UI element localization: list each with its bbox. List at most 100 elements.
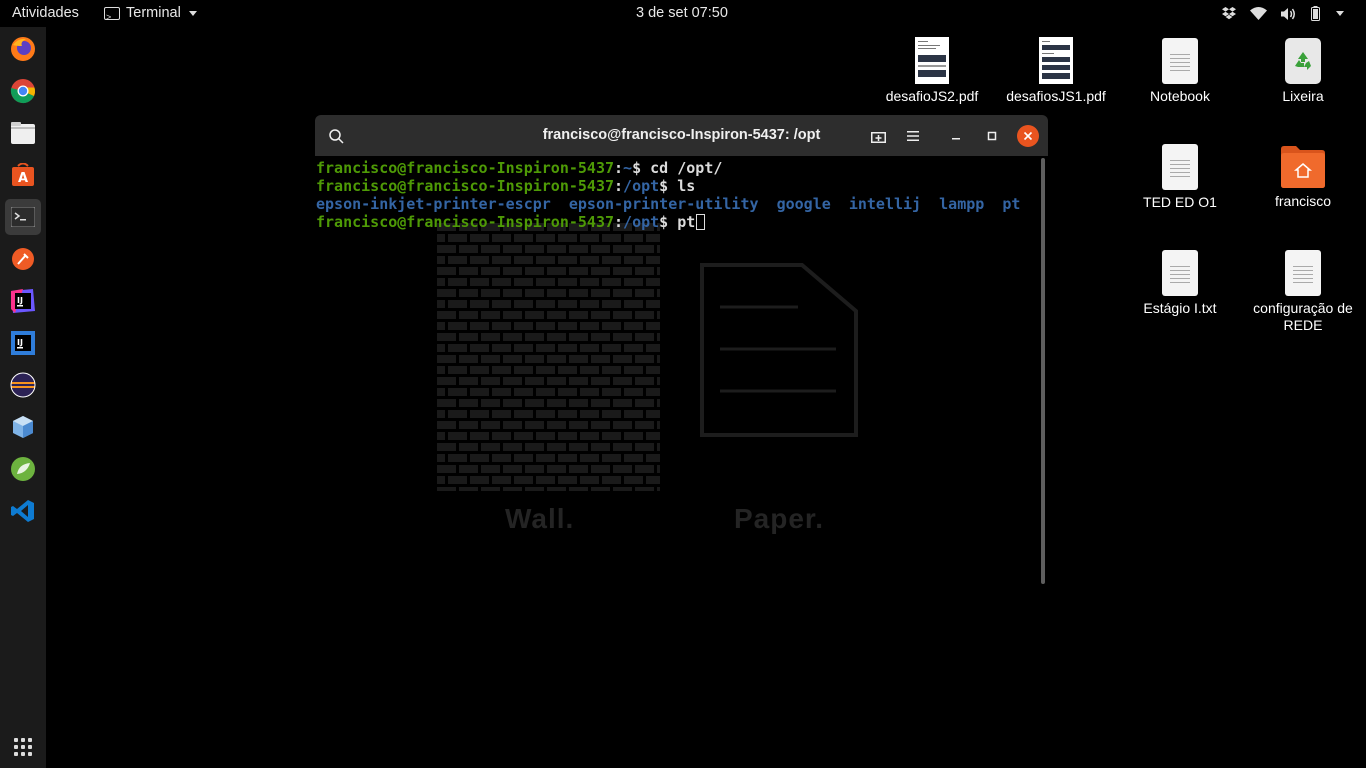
software-icon: A xyxy=(12,163,34,186)
directory-entry: lampp xyxy=(939,195,985,213)
new-tab-button[interactable] xyxy=(867,125,889,147)
text-document-icon xyxy=(1285,250,1321,296)
firefox-icon xyxy=(11,37,35,61)
postman-icon xyxy=(12,248,34,270)
virtualbox-icon xyxy=(13,416,33,438)
command-text: ls xyxy=(677,177,696,195)
clock[interactable]: 3 de set 07:50 xyxy=(636,0,728,27)
terminal-scrollbar[interactable] xyxy=(1041,158,1045,584)
terminal-line: francisco@francisco-Inspiron-5437:/opt$ … xyxy=(316,177,696,195)
text-document-icon xyxy=(1162,38,1198,84)
directory-entry: intellij xyxy=(848,195,922,213)
desktop-file-notebook[interactable]: Notebook xyxy=(1120,38,1240,105)
svg-text:A: A xyxy=(18,171,28,186)
minimize-button[interactable] xyxy=(945,125,967,147)
prompt-user: francisco@francisco-Inspiron-5437 xyxy=(316,213,615,231)
chrome-launcher[interactable] xyxy=(5,73,41,109)
desktop-file-ted-ed-o1[interactable]: TED ED O1 xyxy=(1120,144,1240,211)
volume-icon[interactable] xyxy=(1281,7,1297,21)
spring-launcher[interactable] xyxy=(5,451,41,487)
desktop-file-estagio[interactable]: Estágio I.txt xyxy=(1120,250,1240,317)
hamburger-menu-icon xyxy=(907,131,919,141)
recycle-icon xyxy=(1295,52,1311,70)
pdf-thumbnail-icon xyxy=(1039,37,1073,84)
close-icon xyxy=(1023,131,1033,141)
command-text: cd /opt/ xyxy=(650,159,723,177)
terminal-icon xyxy=(11,207,35,227)
battery-icon[interactable] xyxy=(1311,6,1320,21)
files-launcher[interactable] xyxy=(5,115,41,151)
directory-entry: epson-inkjet-printer-escpr xyxy=(316,195,551,213)
maximize-icon xyxy=(987,131,997,141)
dock: A IJ IJ xyxy=(0,27,46,768)
prompt-path: /opt xyxy=(623,213,660,231)
terminal-output[interactable]: francisco@francisco-Inspiron-5437:~$ cd … xyxy=(315,156,1048,588)
intellij-launcher[interactable]: IJ xyxy=(5,283,41,319)
directory-entry: google xyxy=(776,195,831,213)
desktop-icon-label: francisco xyxy=(1274,193,1332,209)
terminal-line: francisco@francisco-Inspiron-5437:~$ cd … xyxy=(316,159,723,177)
desktop-icon-label: TED ED O1 xyxy=(1143,194,1217,210)
terminal-app-icon xyxy=(104,4,120,31)
svg-text:IJ: IJ xyxy=(17,338,23,347)
postman-launcher[interactable] xyxy=(5,241,41,277)
text-document-icon xyxy=(1162,250,1198,296)
desktop-icon-label: Estágio I.txt xyxy=(1143,300,1217,316)
prompt-user: francisco@francisco-Inspiron-5437 xyxy=(316,177,615,195)
files-icon xyxy=(11,122,35,144)
desktop-file-desafiojs2[interactable]: desafioJS2.pdf xyxy=(872,37,992,105)
software-launcher[interactable]: A xyxy=(5,157,41,193)
desktop-icon-label: configuração de REDE xyxy=(1253,300,1353,333)
prompt-path: /opt xyxy=(623,177,660,195)
home-folder-icon xyxy=(1279,145,1327,189)
desktop-icon-label: Lixeira xyxy=(1282,88,1324,104)
activities-button[interactable]: Atividades xyxy=(12,0,79,27)
directory-entry: pt xyxy=(1002,195,1021,213)
virtualbox-launcher[interactable] xyxy=(5,409,41,445)
desktop-file-desafiosjs1[interactable]: desafiosJS1.pdf xyxy=(996,37,1116,105)
trash-icon xyxy=(1285,38,1321,84)
pdf-thumbnail-icon xyxy=(915,37,949,84)
intellij-icon: IJ xyxy=(11,289,35,313)
app-menu-label: Terminal xyxy=(126,5,181,21)
wifi-icon[interactable] xyxy=(1250,7,1267,20)
maximize-button[interactable] xyxy=(981,125,1003,147)
close-button[interactable] xyxy=(1017,125,1039,147)
directory-entry: epson-printer-utility xyxy=(568,195,759,213)
system-menu-chevron-icon[interactable] xyxy=(1336,11,1344,16)
ls-output-line: epson-inkjet-printer-escpr epson-printer… xyxy=(316,195,1020,213)
dropbox-icon[interactable] xyxy=(1222,7,1236,20)
desktop-icon-label: desafioJS2.pdf xyxy=(885,88,979,104)
command-input[interactable]: pt xyxy=(677,213,695,231)
minimize-icon xyxy=(952,138,960,140)
desktop-icon-label: desafiosJS1.pdf xyxy=(1006,88,1106,104)
system-tray[interactable] xyxy=(1222,0,1344,27)
terminal-window[interactable]: francisco@francisco-Inspiron-5437: /opt xyxy=(315,115,1048,588)
desktop-trash[interactable]: Lixeira xyxy=(1243,38,1363,105)
top-bar: Atividades Terminal 3 de set 07:50 xyxy=(0,0,1366,31)
prompt-path: ~ xyxy=(623,159,633,177)
intellij-ce-icon: IJ xyxy=(11,331,35,355)
spring-icon xyxy=(11,457,35,481)
eclipse-icon xyxy=(10,372,36,398)
window-title: francisco@francisco-Inspiron-5437: /opt xyxy=(542,127,821,143)
text-document-icon xyxy=(1162,144,1198,190)
desktop-file-configuracao-rede[interactable]: configuração de REDE xyxy=(1243,250,1363,334)
prompt-user: francisco@francisco-Inspiron-5437 xyxy=(316,159,615,177)
menu-button[interactable] xyxy=(902,125,924,147)
terminal-launcher[interactable] xyxy=(5,199,41,235)
intellij-ce-launcher[interactable]: IJ xyxy=(5,325,41,361)
terminal-headerbar[interactable]: francisco@francisco-Inspiron-5437: /opt xyxy=(315,115,1048,156)
new-tab-icon xyxy=(870,131,886,143)
terminal-line: francisco@francisco-Inspiron-5437:/opt$ … xyxy=(316,213,706,231)
chevron-down-icon xyxy=(188,11,197,16)
app-menu[interactable]: Terminal xyxy=(104,0,197,31)
vscode-launcher[interactable] xyxy=(5,493,41,529)
eclipse-launcher[interactable] xyxy=(5,367,41,403)
show-applications-icon[interactable] xyxy=(14,738,32,756)
text-cursor xyxy=(696,214,706,230)
svg-text:IJ: IJ xyxy=(17,296,23,305)
desktop-folder-francisco[interactable]: francisco xyxy=(1243,145,1363,210)
firefox-launcher[interactable] xyxy=(5,31,41,67)
vscode-icon xyxy=(11,500,34,522)
